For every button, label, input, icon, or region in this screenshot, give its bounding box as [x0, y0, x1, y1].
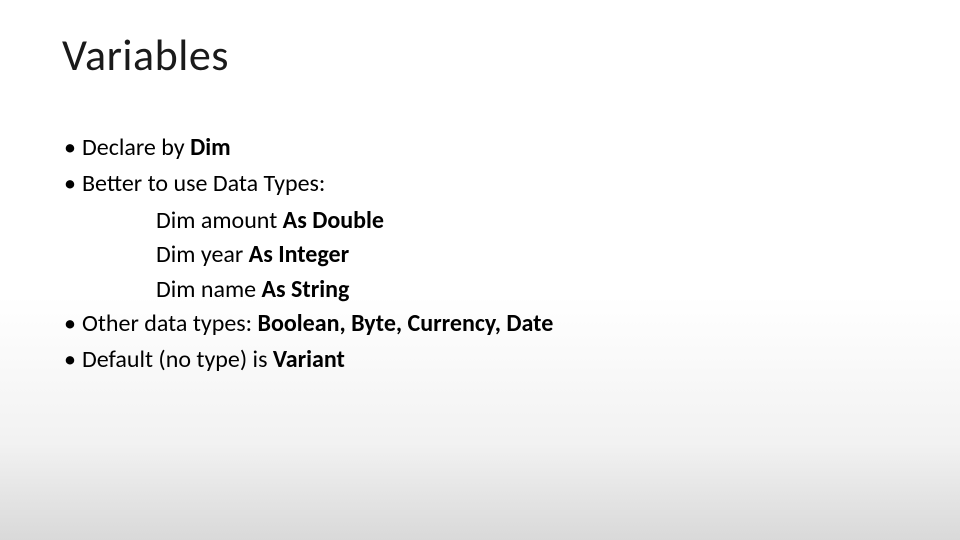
text-bold: As Integer — [249, 240, 349, 269]
bullet-item-1: • Declare by Dim — [62, 132, 898, 164]
text-bold: Dim — [190, 133, 231, 162]
sub-item-3: Dim name As String — [156, 274, 898, 306]
text-run: Declare by — [82, 133, 190, 162]
slide-content: • Declare by Dim • Better to use Data Ty… — [62, 132, 898, 377]
bullet-text: Default (no type) is Variant — [82, 344, 898, 376]
text-bold: As String — [262, 275, 350, 304]
bullet-item-3: • Other data types: Boolean, Byte, Curre… — [62, 308, 898, 340]
sub-item-2: Dim year As Integer — [156, 239, 898, 271]
text-run: Dim year — [156, 240, 249, 269]
text-bold: Variant — [273, 345, 345, 374]
bullet-dot: • — [62, 168, 82, 200]
sub-item-1: Dim amount As Double — [156, 205, 898, 237]
bullet-text: Better to use Data Types: — [82, 168, 898, 200]
bullet-dot: • — [62, 344, 82, 376]
bullet-dot: • — [62, 132, 82, 164]
bullet-item-4: • Default (no type) is Variant — [62, 344, 898, 376]
text-bold: Boolean, Byte, Currency, Date — [258, 309, 554, 338]
text-bold: As Double — [283, 206, 384, 235]
text-run: Default (no type) is — [82, 345, 273, 374]
text-run: Dim name — [156, 275, 262, 304]
text-run: Dim amount — [156, 206, 283, 235]
text-run: Other data types: — [82, 309, 258, 338]
bullet-text: Declare by Dim — [82, 132, 898, 164]
bullet-text: Other data types: Boolean, Byte, Currenc… — [82, 308, 898, 340]
slide-title: Variables — [62, 28, 898, 82]
bullet-dot: • — [62, 308, 82, 340]
slide: Variables • Declare by Dim • Better to u… — [0, 0, 960, 540]
bullet-item-2: • Better to use Data Types: — [62, 168, 898, 200]
